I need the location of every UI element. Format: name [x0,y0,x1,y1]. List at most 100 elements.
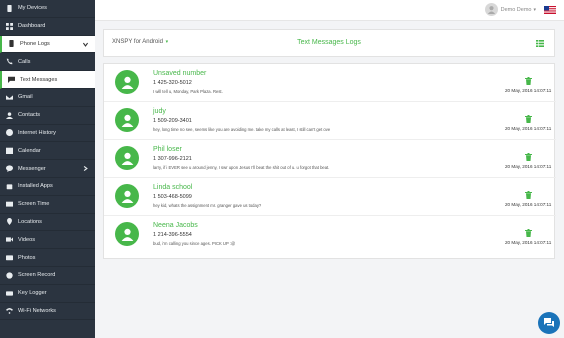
sidebar-item-calendar[interactable]: Calendar [0,142,95,161]
message-list: Unsaved number 1 425-320-5012 I will tel… [103,63,556,259]
contact-name: judy [153,108,166,115]
sidebar-item-label: Internet History [18,129,56,136]
list-item[interactable]: judy 1 509-209-3401 hey, long time no se… [104,102,556,140]
wifi-icon [5,307,13,315]
contact-avatar [115,222,139,246]
sidebar-item-videos[interactable]: Videos [0,231,95,250]
sidebar-item-calls[interactable]: Calls [0,53,95,72]
user-menu[interactable]: Demo Demo ▾ [484,3,536,16]
contact-avatar [115,184,139,208]
message-text: hey kid, whats the assignment mr. grange… [153,203,262,208]
sidebar-item-my-devices[interactable]: My Devices [0,0,95,18]
top-bar: Demo Demo ▾ [95,0,564,21]
message-date: 20 May, 2016 14:07:11 [505,88,552,93]
user-name: Demo Demo [500,6,532,13]
trash-icon[interactable] [525,191,532,199]
mail-icon [5,93,13,101]
contact-phone: 1 214-396-5554 [153,232,192,238]
contacts-icon [5,111,13,119]
sidebar-item-messenger[interactable]: Messenger [0,160,95,178]
contact-phone: 1 307-996-2121 [153,156,192,162]
sidebar-item-label: Screen Time [18,201,50,208]
phone-icon [7,40,15,48]
sidebar-item-contacts[interactable]: Contacts [0,107,95,125]
contact-name: Unsaved number [153,70,207,77]
sidebar-item-wifi-networks[interactable]: Wi-Fi Networks [0,303,95,321]
contact-avatar [115,70,139,94]
sidebar-item-key-logger[interactable]: Key Logger [0,285,95,303]
list-item[interactable]: Linda school 1 503-468-5099 hey kid, wha… [104,178,556,216]
chat-icon [544,318,554,327]
clock-icon [5,200,13,208]
contact-avatar [115,146,139,170]
app: My Devices Dashboard Phone Logs Calls Te… [0,0,564,338]
contact-phone: 1 425-320-5012 [153,80,192,86]
sidebar-item-screen-record[interactable]: Screen Record [0,267,95,285]
sidebar-item-label: Locations [18,218,42,225]
camera-icon [5,254,13,262]
sidebar-item-label: My Devices [18,5,47,12]
sidebar-item-label: Text Messages [20,76,58,83]
trash-icon[interactable] [525,115,532,123]
chevron-down-icon [82,41,89,48]
sidebar-item-label: Gmail [18,94,33,101]
message-date: 20 May, 2016 14:07:11 [505,240,552,245]
sidebar-item-phone-logs[interactable]: Phone Logs [0,35,95,54]
us-flag-icon[interactable] [544,6,556,14]
sidebar-item-installed-apps[interactable]: Installed Apps [0,178,95,196]
sidebar-item-photos[interactable]: Photos [0,249,95,267]
record-icon [5,271,13,279]
trash-icon[interactable] [525,229,532,237]
sidebar-item-label: Photos [18,254,36,261]
page-title: Text Messages Logs [297,39,361,46]
sidebar: My Devices Dashboard Phone Logs Calls Te… [0,0,95,338]
list-item[interactable]: Unsaved number 1 425-320-5012 I will tel… [104,64,556,102]
dashboard-icon [5,22,13,30]
contact-name: Linda school [153,184,193,191]
message-text: bud, i'm calling you since ages. PICK UP… [153,241,236,246]
trash-icon[interactable] [525,77,532,85]
list-item[interactable]: Phil loser 1 307-996-2121 larry, if i EV… [104,140,556,178]
sidebar-item-label: Dashboard [18,23,46,30]
phone-icon [5,4,13,12]
message-text: hey, long time no see, seems like you ar… [153,127,331,132]
sidebar-item-dashboard[interactable]: Dashboard [0,18,95,36]
sidebar-item-internet-history[interactable]: Internet History [0,125,95,143]
location-icon [5,218,13,226]
chevron-right-icon [82,165,89,172]
list-view-icon[interactable] [536,40,544,47]
message-text: larry, if i EVER see u around jenny, I s… [153,165,330,170]
sidebar-item-gmail[interactable]: Gmail [0,89,95,107]
globe-icon [5,129,13,137]
sidebar-item-label: Installed Apps [18,183,53,190]
sidebar-item-label: Contacts [18,112,41,119]
sidebar-item-label: Wi-Fi Networks [18,307,56,314]
contact-phone: 1 503-468-5099 [153,194,192,200]
sidebar-item-label: Messenger [18,165,46,172]
call-icon [5,58,13,66]
chevron-down-icon: ▾ [533,6,536,13]
sidebar-item-text-messages[interactable]: Text Messages [0,71,95,89]
page-header-card: XNSPY for Android ▾ Text Messages Logs [103,29,555,57]
sidebar-item-label: Key Logger [18,290,47,297]
contact-name: Neena Jacobs [153,222,198,229]
list-item[interactable]: Neena Jacobs 1 214-396-5554 bud, i'm cal… [104,216,556,254]
contact-phone: 1 509-209-3401 [153,118,192,124]
calendar-icon [5,147,13,155]
chat-button[interactable] [538,312,560,334]
message-date: 20 May, 2016 14:07:11 [505,164,552,169]
trash-icon[interactable] [525,153,532,161]
sidebar-item-screen-time[interactable]: Screen Time [0,196,95,214]
message-icon [7,76,15,84]
contact-avatar [115,108,139,132]
main-content: XNSPY for Android ▾ Text Messages Logs U… [95,21,564,338]
video-icon [5,236,13,244]
message-date: 20 May, 2016 14:07:11 [505,126,552,131]
sidebar-item-locations[interactable]: Locations [0,214,95,232]
avatar [484,3,498,16]
keyboard-icon [5,289,13,297]
sidebar-item-label: Calendar [18,147,41,154]
message-date: 20 May, 2016 14:07:11 [505,202,552,207]
sidebar-item-label: Screen Record [18,272,56,279]
sidebar-item-label: Phone Logs [20,40,50,47]
